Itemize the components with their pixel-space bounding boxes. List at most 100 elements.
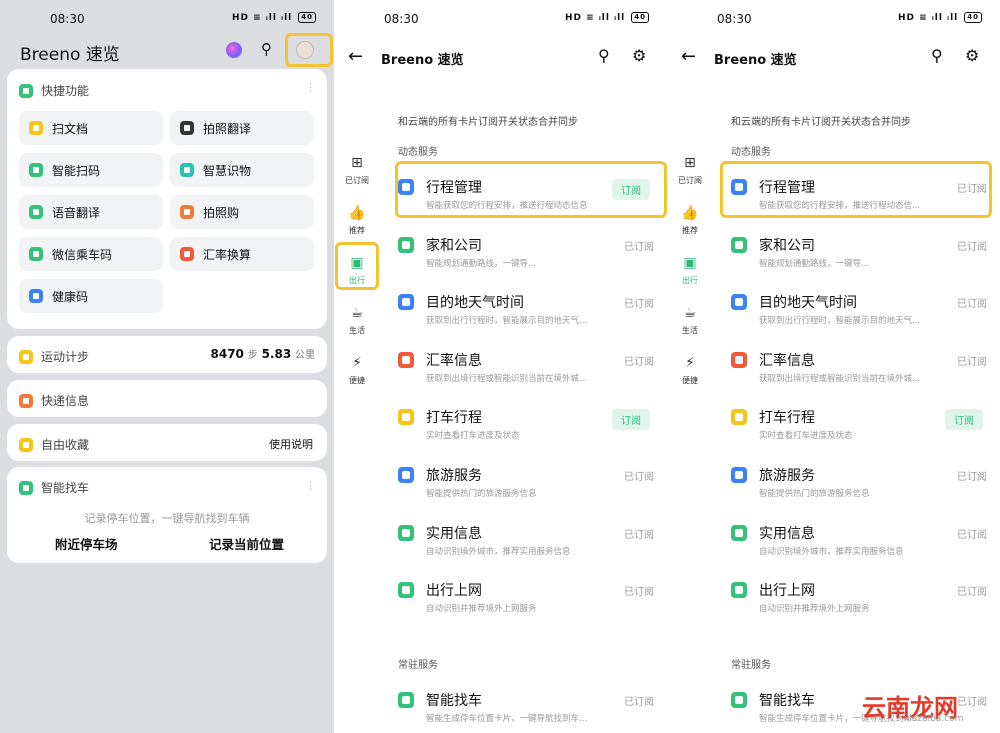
exchange-icon — [398, 352, 414, 368]
phone-screen-subscribed: 08:30 HD ≡ ᵢll ᵢll 40 ← Breeno 速览 ⚲ ⚙ ⊞ 已订… — [667, 0, 1000, 733]
steps-icon — [19, 349, 33, 364]
usage-guide-link[interactable]: 使用说明 — [269, 436, 313, 452]
quick-item-photo-shop[interactable]: 拍照购 — [170, 195, 314, 229]
section-resident: 常驻服务 — [398, 660, 438, 671]
page-title: Breeno 速览 — [381, 53, 464, 68]
cloud-icon — [731, 294, 747, 310]
exchange-icon — [731, 352, 747, 368]
battery-icon: 40 — [298, 12, 316, 23]
travel-icon: ▣ — [683, 255, 697, 271]
parking-icon — [19, 480, 33, 495]
plane-icon — [398, 582, 414, 598]
scan-doc-icon — [29, 121, 43, 135]
subscribed-icon: ⊞ — [684, 155, 696, 171]
page-title: Breeno 速览 — [714, 53, 797, 68]
commute-icon — [731, 237, 747, 253]
side-tab-recommend[interactable]: 👍 推荐 — [667, 205, 713, 236]
side-tab-recommend[interactable]: 👍 推荐 — [334, 205, 380, 236]
side-tab-subscribed[interactable]: ⊞ 已订阅 — [334, 155, 380, 186]
highlight-box-itinerary — [395, 161, 667, 218]
parking-icon — [731, 692, 747, 708]
battery-icon: 40 — [964, 12, 982, 23]
cloud-icon — [398, 294, 414, 310]
service-item-travel-internet[interactable]: 出行上网 自动识别并推荐境外上网服务 已订阅 — [731, 580, 991, 630]
quick-item-camera-translate[interactable]: 拍照翻译 — [170, 111, 314, 145]
back-arrow-icon[interactable]: ← — [348, 46, 363, 67]
service-item-tourism[interactable]: 旅游服务 智能提供热门的旅游服务信息 已订阅 — [398, 465, 658, 515]
card-title: 快捷功能 — [41, 84, 90, 98]
more-icon[interactable]: ⋮ — [305, 479, 316, 492]
flag-icon — [731, 467, 747, 483]
quick-functions-card: 快捷功能 ⋮ 扫文档 拍照翻译 智能扫码 智慧识物 语音翻译 拍照购 微信乘车码… — [7, 69, 327, 329]
side-tab-subscribed[interactable]: ⊞ 已订阅 — [667, 155, 713, 186]
status-icons: HD ≡ ᵢll ᵢll 40 — [232, 12, 316, 23]
wechat-bus-icon — [29, 247, 43, 261]
steps-card[interactable]: 运动计步 8470 步 5.83 公里 — [7, 336, 327, 373]
exchange-icon — [180, 247, 194, 261]
info-book-icon — [398, 525, 414, 541]
nearby-parking-button[interactable]: 附近停车场 — [55, 534, 118, 553]
grid-icon — [19, 83, 33, 98]
taxi-icon — [398, 409, 414, 425]
settings-icon[interactable]: ⚙ — [632, 46, 646, 65]
nav-bar: ← Breeno 速览 ⚲ ⚙ — [667, 44, 1000, 72]
settings-icon[interactable]: ⚙ — [965, 46, 979, 65]
subscribe-button[interactable]: 订阅 — [945, 409, 983, 430]
service-item-parking[interactable]: 智能找车 智能生成停车位置卡片，一键导航找到车... 已订阅 — [398, 690, 658, 733]
side-tab-life[interactable]: ☕ 生活 — [667, 305, 713, 336]
search-icon[interactable]: ⚲ — [261, 40, 272, 58]
quick-item-wechat-bus[interactable]: 微信乘车码 — [19, 237, 163, 271]
express-card[interactable]: 快递信息 — [7, 380, 327, 417]
sync-notice: 和云端的所有卡片订阅开关状态合并同步 — [398, 117, 578, 128]
service-item-tourism[interactable]: 旅游服务 智能提供热门的旅游服务信息 已订阅 — [731, 465, 991, 515]
side-tab-convenient[interactable]: ⚡ 便捷 — [334, 355, 380, 386]
assistant-orb-icon[interactable] — [226, 42, 242, 58]
camera-translate-icon — [180, 121, 194, 135]
service-item-home-company[interactable]: 家和公司 智能规划通勤路线，一键导... 已订阅 — [398, 235, 658, 285]
qr-scan-icon — [29, 163, 43, 177]
quick-item-scan-doc[interactable]: 扫文档 — [19, 111, 163, 145]
sync-notice: 和云端的所有卡片订阅开关状态合并同步 — [731, 117, 911, 128]
cup-icon: ☕ — [350, 305, 364, 321]
favorites-card[interactable]: 自由收藏 使用说明 — [7, 424, 327, 461]
service-item-taxi[interactable]: 打车行程 实时查看打车进度及状态 订阅 — [398, 407, 658, 457]
subscribed-icon: ⊞ — [351, 155, 363, 171]
subscribe-button[interactable]: 订阅 — [612, 409, 650, 430]
service-item-exchange[interactable]: 汇率信息 获取到出境行程或智能识别当前在境外城... 已订阅 — [398, 350, 658, 400]
service-item-weather[interactable]: 目的地天气时间 获取到出行行程时，智能展示目的地天气... 已订阅 — [731, 292, 991, 342]
record-location-button[interactable]: 记录当前位置 — [209, 534, 284, 553]
side-tab-travel[interactable]: ▣ 出行 — [667, 255, 713, 286]
more-icon[interactable]: ⋮ — [305, 81, 316, 94]
nav-bar: ← Breeno 速览 ⚲ ⚙ — [334, 44, 667, 72]
quick-item-health-code[interactable]: 健康码 — [19, 279, 163, 313]
section-resident: 常驻服务 — [731, 660, 771, 671]
steps-value: 8470 步 5.83 公里 — [210, 347, 316, 361]
side-tab-life[interactable]: ☕ 生活 — [334, 305, 380, 336]
service-item-exchange[interactable]: 汇率信息 获取到出境行程或智能识别当前在境外城... 已订阅 — [731, 350, 991, 400]
quick-item-object-recognition[interactable]: 智慧识物 — [170, 153, 314, 187]
quick-item-voice-translate[interactable]: 语音翻译 — [19, 195, 163, 229]
package-icon — [19, 393, 33, 408]
service-item-travel-internet[interactable]: 出行上网 自动识别并推荐境外上网服务 已订阅 — [398, 580, 658, 630]
back-arrow-icon[interactable]: ← — [681, 46, 696, 67]
service-item-taxi[interactable]: 打车行程 实时查看打车进度及状态 订阅 — [731, 407, 991, 457]
commute-icon — [398, 237, 414, 253]
status-bar: 08:30 HD ≡ ᵢll ᵢll 40 — [0, 0, 334, 36]
service-item-useful-info[interactable]: 实用信息 自动识别境外城市，推荐实用服务信息 已订阅 — [731, 523, 991, 573]
quick-item-qr-scan[interactable]: 智能扫码 — [19, 153, 163, 187]
status-time: 08:30 — [50, 12, 85, 26]
service-item-weather[interactable]: 目的地天气时间 获取到出行行程时，智能展示目的地天气... 已订阅 — [398, 292, 658, 342]
thumbs-up-icon: 👍 — [348, 205, 366, 221]
service-item-home-company[interactable]: 家和公司 智能规划通勤路线，一键导... 已订阅 — [731, 235, 991, 285]
section-dynamic: 动态服务 — [398, 147, 438, 158]
lightning-icon: ⚡ — [352, 355, 362, 371]
page-title: Breeno 速览 — [20, 45, 120, 65]
service-item-useful-info[interactable]: 实用信息 自动识别境外城市，推荐实用服务信息 已订阅 — [398, 523, 658, 573]
watermark-url: xiazaiba.com — [904, 714, 964, 724]
plane-icon — [731, 582, 747, 598]
side-tab-convenient[interactable]: ⚡ 便捷 — [667, 355, 713, 386]
flag-icon — [398, 467, 414, 483]
search-icon[interactable]: ⚲ — [598, 46, 610, 65]
quick-item-exchange[interactable]: 汇率换算 — [170, 237, 314, 271]
search-icon[interactable]: ⚲ — [931, 46, 943, 65]
